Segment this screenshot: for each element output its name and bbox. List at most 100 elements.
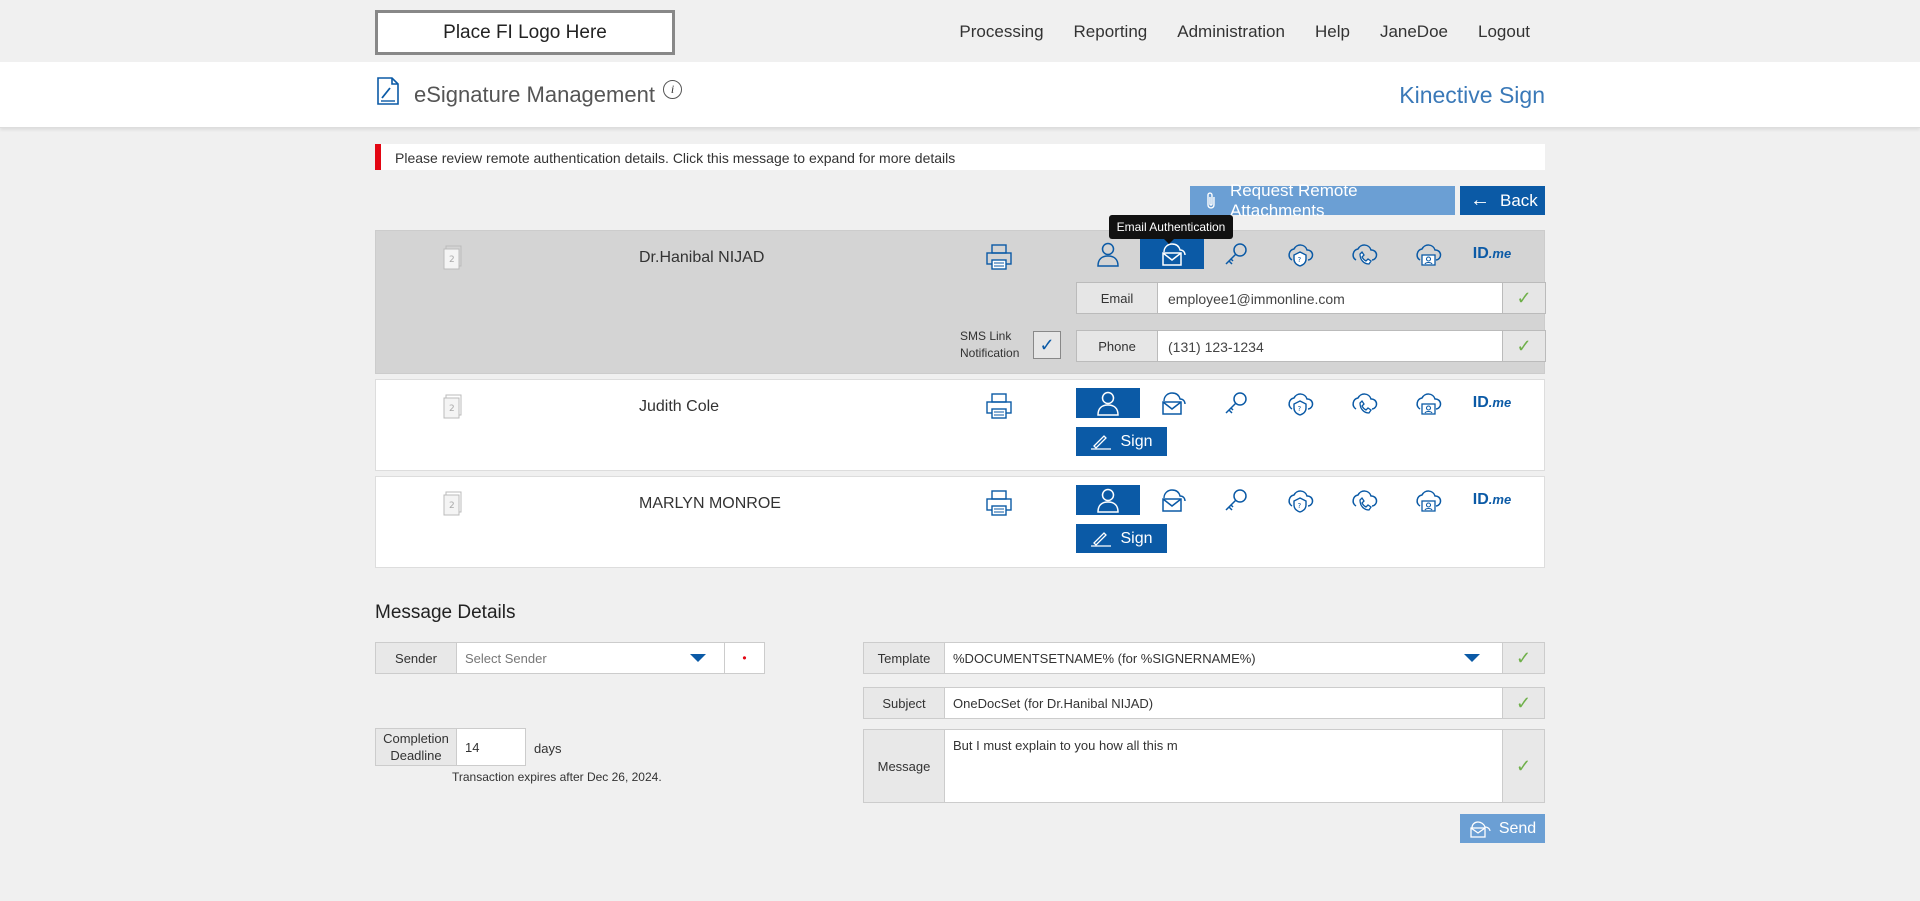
cloud-question-icon: ? [1288, 393, 1314, 416]
days-label: days [534, 741, 562, 756]
chevron-down-icon [690, 654, 706, 662]
printer-icon[interactable] [984, 489, 1014, 517]
message-textarea[interactable]: But I must explain to you how all this m [944, 730, 1502, 802]
required-indicator: • [724, 643, 764, 673]
message-details-title: Message Details [375, 602, 516, 623]
cloud-question-icon: ? [1288, 490, 1314, 513]
nav-processing[interactable]: Processing [959, 22, 1043, 42]
sender-placeholder: Select Sender [465, 650, 547, 666]
auth-id-verification[interactable] [1396, 485, 1460, 515]
cloud-phone-icon [1352, 244, 1378, 265]
printer-icon[interactable] [984, 243, 1014, 271]
idme-logo: ID.me [1472, 394, 1512, 411]
subject-field: Subject OneDocSet (for Dr.Hanibal NIJAD)… [863, 687, 1545, 719]
email-authentication-tooltip: Email Authentication [1109, 215, 1233, 244]
request-remote-attachments-button[interactable]: Request Remote Attachments [1190, 181, 1455, 220]
sign-button[interactable]: Sign [1076, 524, 1167, 553]
cloud-question-icon: ? [1288, 244, 1314, 267]
cloud-email-icon [1470, 820, 1491, 838]
auth-security-question[interactable]: ? [1268, 239, 1332, 269]
email-valid-check-icon: ✓ [1516, 287, 1532, 308]
nav-administration[interactable]: Administration [1177, 22, 1285, 42]
auth-phone[interactable] [1332, 485, 1396, 515]
pen-icon [1091, 434, 1112, 450]
send-button[interactable]: Send [1460, 814, 1545, 843]
signer-row: 2 Dr.Hanibal NIJAD ? ID.me Email employe… [375, 230, 1546, 374]
email-icon [1162, 392, 1186, 415]
sms-link-notification-checkbox[interactable]: ✓ [1033, 331, 1061, 359]
auth-email[interactable] [1140, 485, 1204, 515]
auth-in-person[interactable] [1076, 239, 1140, 269]
fi-logo-placeholder: Place FI Logo Here [375, 10, 675, 55]
document-count-icon: 2 [443, 245, 462, 270]
svg-text:2: 2 [449, 404, 455, 414]
key-icon [1225, 489, 1247, 511]
auth-security-question[interactable]: ? [1268, 388, 1332, 418]
cloud-phone-icon [1352, 490, 1378, 511]
template-value: %DOCUMENTSETNAME% (for %SIGNERNAME%) [953, 650, 1256, 666]
back-button[interactable]: ← Back [1460, 186, 1545, 215]
svg-text:?: ? [1298, 502, 1302, 510]
person-icon [1097, 391, 1119, 416]
auth-kba[interactable] [1204, 485, 1268, 515]
auth-email[interactable] [1140, 388, 1204, 418]
auth-idme[interactable]: ID.me [1460, 485, 1524, 515]
signer-row: 2 Judith Cole ? ID.me Sign [375, 379, 1545, 471]
nav-reporting[interactable]: Reporting [1074, 22, 1148, 42]
phone-label: Phone [1098, 338, 1136, 354]
svg-text:?: ? [1298, 256, 1302, 264]
remote-auth-alert[interactable]: Please review remote authentication deta… [375, 144, 1545, 170]
page-title: eSignature Management [414, 82, 655, 107]
nav-help[interactable]: Help [1315, 22, 1350, 42]
auth-id-verification[interactable] [1396, 239, 1460, 269]
auth-idme[interactable]: ID.me [1460, 388, 1524, 418]
transaction-expires-text: Transaction expires after Dec 26, 2024. [452, 770, 662, 784]
auth-kba[interactable] [1204, 388, 1268, 418]
sms-link-notification-label: SMS Link Notification [960, 329, 1020, 360]
email-input[interactable]: employee1@immonline.com [1157, 283, 1503, 313]
auth-phone[interactable] [1332, 239, 1396, 269]
sender-select[interactable]: Select Sender [456, 643, 724, 673]
key-icon [1225, 243, 1247, 265]
nav-logout[interactable]: Logout [1478, 22, 1530, 42]
sign-label: Sign [1120, 432, 1153, 450]
auth-in-person[interactable] [1076, 388, 1140, 418]
signer-row: 2 MARLYN MONROE ? ID.me Sign [375, 476, 1545, 568]
back-label: Back [1500, 190, 1538, 210]
phone-field: Phone (131) 123-1234 ✓ [1076, 330, 1546, 362]
signer-name: Judith Cole [639, 398, 720, 415]
info-icon[interactable]: i [663, 80, 682, 99]
svg-text:?: ? [1298, 405, 1302, 413]
auth-security-question[interactable]: ? [1268, 485, 1332, 515]
auth-id-verification[interactable] [1396, 388, 1460, 418]
template-select[interactable]: %DOCUMENTSETNAME% (for %SIGNERNAME%) [944, 643, 1502, 673]
top-nav: Processing Reporting Administration Help… [959, 22, 1530, 42]
page-header: eSignature Management i Kinective Sign [0, 62, 1920, 128]
template-valid-check-icon: ✓ [1502, 643, 1544, 673]
phone-input[interactable]: (131) 123-1234 [1157, 331, 1503, 361]
top-bar: Place FI Logo Here Processing Reporting … [0, 0, 1920, 62]
idme-logo: ID.me [1472, 245, 1512, 262]
email-icon [1162, 243, 1186, 266]
request-remote-attachments-label: Request Remote Attachments [1229, 180, 1358, 220]
auth-phone[interactable] [1332, 388, 1396, 418]
arrow-left-icon: ← [1470, 189, 1490, 211]
email-icon [1162, 489, 1186, 512]
phone-valid-check-icon: ✓ [1516, 335, 1532, 356]
auth-idme[interactable]: ID.me [1460, 239, 1524, 269]
email-label: Email [1100, 290, 1134, 306]
printer-icon[interactable] [984, 392, 1014, 420]
nav-user-menu[interactable]: JaneDoe [1380, 22, 1448, 42]
paperclip-icon [1207, 191, 1215, 209]
auth-kba[interactable] [1204, 239, 1268, 269]
completion-deadline-input[interactable]: 14 [456, 729, 525, 765]
sign-label: Sign [1120, 529, 1153, 547]
pen-icon [1091, 531, 1112, 547]
subject-input[interactable]: OneDocSet (for Dr.Hanibal NIJAD) [944, 688, 1502, 718]
signer-name: MARLYN MONROE [639, 495, 781, 512]
auth-in-person[interactable] [1076, 485, 1140, 515]
svg-text:2: 2 [449, 255, 455, 265]
sign-button[interactable]: Sign [1076, 427, 1167, 456]
person-icon [1097, 242, 1119, 267]
document-count-icon: 2 [443, 491, 462, 516]
